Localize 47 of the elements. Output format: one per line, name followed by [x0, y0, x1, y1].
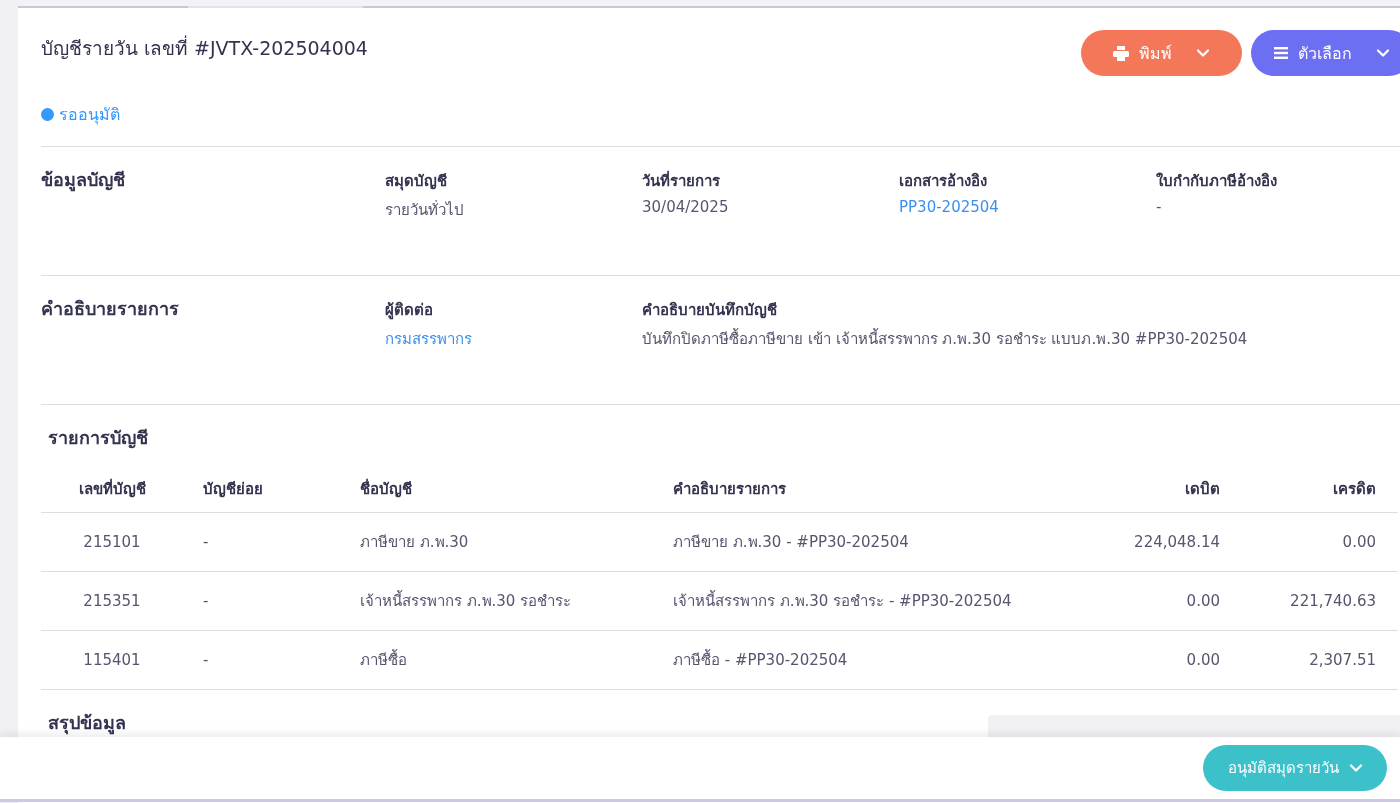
table-cell: 221,740.63 — [1221, 571, 1398, 631]
printer-icon — [1113, 45, 1129, 61]
section-heading: สรุปข้อมูล — [47, 711, 126, 737]
field-value: รายวันทั่วไป — [385, 199, 465, 221]
table-cell: 224,048.14 — [1064, 512, 1221, 572]
field-label: ผู้ติดต่อ — [385, 300, 434, 322]
table-cell: เจ้าหนี้สรรพากร ภ.พ.30 รอชำระ — [359, 571, 672, 631]
approve-button[interactable]: อนุมัติสมุดรายวัน — [1203, 745, 1387, 791]
section-heading: รายการบัญชี — [41, 404, 1400, 452]
column-header: บัญชีย่อย — [183, 466, 359, 513]
table-cell: ภาษีซื้อ — [359, 630, 672, 690]
table-cell: เจ้าหนี้สรรพากร ภ.พ.30 รอชำระ - #PP30-202504 — [672, 571, 1064, 631]
reference-link[interactable]: กรมสรรพากร — [385, 327, 642, 351]
table-cell: 0.00 — [1064, 571, 1221, 631]
reference-link[interactable]: PP30-202504 — [899, 198, 1156, 216]
field-value: - — [1156, 198, 1163, 216]
table-cell: ภาษีขาย ภ.พ.30 - #PP30-202504 — [672, 512, 1064, 572]
table-cell: ภาษีซื้อ - #PP30-202504 — [672, 630, 1064, 690]
field-label: คำอธิบายบันทึกบัญชี — [642, 300, 778, 321]
column-header: เลขที่บัญชี — [41, 466, 183, 513]
status-label: รออนุมัติ — [59, 103, 120, 127]
table-cell: - — [183, 571, 359, 631]
table-cell: 0.00 — [1064, 630, 1221, 690]
section-heading: ข้อมูลบัญชี — [41, 168, 126, 194]
field-value: 30/04/2025 — [642, 198, 730, 216]
print-button[interactable]: พิมพ์ — [1081, 30, 1242, 76]
column-header: เดบิต — [1064, 466, 1221, 513]
field-label: วันที่รายการ — [642, 169, 721, 192]
column-header: คำอธิบายรายการ — [672, 466, 1064, 513]
section-heading: คำอธิบายรายการ — [41, 297, 180, 321]
table-cell: - — [183, 630, 359, 690]
field-value: บันทึกปิดภาษีซื้อภาษีขาย เข้า เจ้าหนี้สรรพากร ภ.พ.30 รอชำระ แบบภ.พ.30 #PP30-202504 — [642, 327, 1249, 350]
table-cell: 115401 — [41, 630, 183, 690]
page-title: บัญชีรายวัน เลขที่ #JVTX-202504004 — [41, 34, 368, 61]
field-label: สมุดบัญชี — [385, 171, 448, 193]
table-cell: 215101 — [41, 512, 183, 572]
field-label: เอกสารอ้างอิง — [899, 171, 988, 192]
options-button[interactable]: ตัวเลือก — [1251, 30, 1400, 76]
table-cell: 0.00 — [1221, 512, 1398, 572]
table-cell: 215351 — [41, 571, 183, 631]
menu-icon — [1273, 47, 1288, 59]
table-cell: - — [183, 512, 359, 572]
table-cell: 2,307.51 — [1221, 630, 1398, 690]
table-cell: ภาษีขาย ภ.พ.30 — [359, 512, 672, 572]
column-header: เครดิต — [1221, 466, 1398, 513]
field-label: ใบกำกับภาษีอ้างอิง — [1156, 171, 1278, 192]
column-header: ชื่อบัญชี — [359, 466, 672, 513]
